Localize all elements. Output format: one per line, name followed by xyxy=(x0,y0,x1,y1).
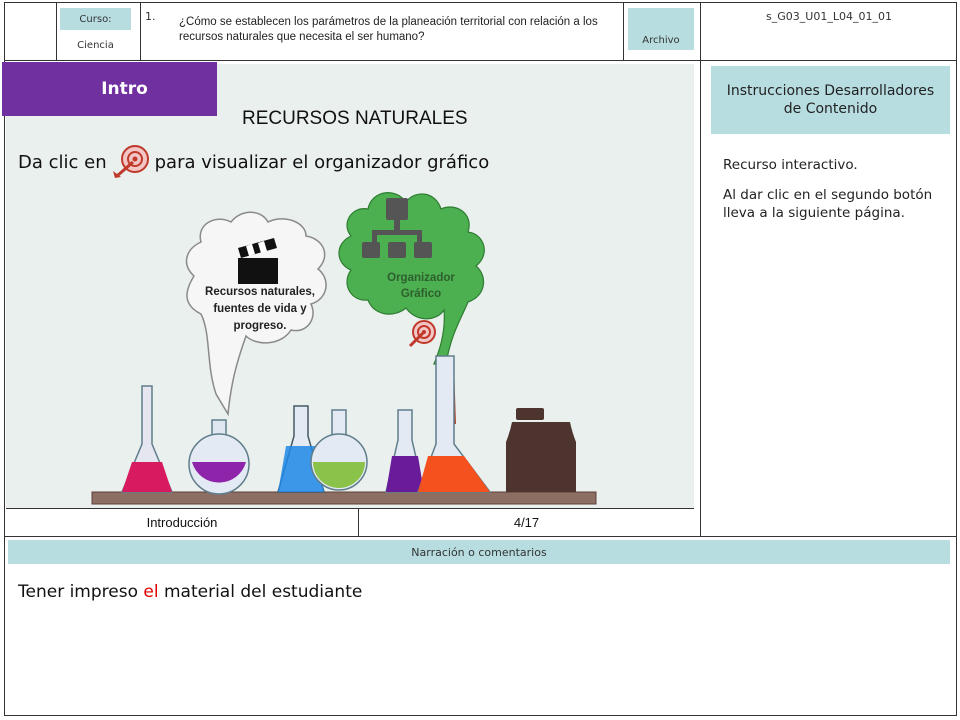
intro-tab[interactable]: Intro xyxy=(2,62,217,116)
border-right xyxy=(956,2,957,716)
target-icon xyxy=(112,145,149,178)
narration-text-before: Tener impreso xyxy=(18,582,144,602)
flask-orange xyxy=(416,355,492,493)
slide-footer: Introducción 4/17 xyxy=(6,508,694,536)
slide-illustration xyxy=(91,192,597,505)
col-div-3 xyxy=(623,2,624,60)
file-label-box: Archivo xyxy=(628,8,694,50)
flask-pink xyxy=(120,385,174,493)
file-code: s_G03_U01_L04_01_01 xyxy=(766,10,892,23)
sidebar-header: Instrucciones Desarrolladores de Conteni… xyxy=(711,66,950,134)
instruction-line: Da clic en para visualizar el organizado… xyxy=(18,144,489,180)
item-number: 1. xyxy=(145,10,156,23)
col-div-4 xyxy=(700,2,701,537)
course-value: Ciencia xyxy=(77,40,114,51)
col-div-2 xyxy=(140,2,141,60)
border-bottom xyxy=(4,715,957,716)
sidebar-header-text: Instrucciones Desarrolladores de Conteni… xyxy=(726,83,935,117)
video-bubble-text[interactable]: Recursos naturales, fuentes de vida y pr… xyxy=(196,284,324,335)
organizer-bubble-text[interactable]: Organizador Gráfico xyxy=(376,270,466,302)
flask-violet xyxy=(385,409,425,493)
footer-right: 4/17 xyxy=(513,515,540,530)
narration-header-text: Narración o comentarios xyxy=(411,545,547,559)
shelf xyxy=(91,491,597,505)
header-divider xyxy=(4,60,957,61)
narration-divider xyxy=(4,536,957,537)
jar-brown xyxy=(506,408,576,492)
question-text: ¿Cómo se establecen los parámetros de la… xyxy=(179,16,598,43)
narration-text-highlight: el xyxy=(143,582,159,602)
instruction-after: para visualizar el organizador gráfico xyxy=(154,151,490,173)
narration-header: Narración o comentarios xyxy=(8,540,950,564)
flask-purple-round xyxy=(188,419,250,495)
course-label-box: Curso: xyxy=(60,8,131,30)
slide-canvas: Recursos naturales, fuentes de vida y pr… xyxy=(6,64,694,508)
flask-green xyxy=(310,409,368,491)
target-icon-bubble xyxy=(406,320,436,350)
sidebar-text-2: Al dar clic en el segundo botón lleva a … xyxy=(723,187,933,221)
sidebar-text-1: Recurso interactivo. xyxy=(723,157,858,173)
course-label: Curso: xyxy=(79,13,112,25)
col-div-1 xyxy=(56,2,57,60)
narration-text: Tener impreso el material del estudiante xyxy=(18,582,362,602)
footer-left: Introducción xyxy=(146,515,218,530)
slide-title: RECURSOS NATURALES xyxy=(242,108,468,129)
border-top xyxy=(4,2,957,3)
narration-text-after: material del estudiante xyxy=(158,582,363,602)
instruction-before: Da clic en xyxy=(18,151,107,173)
intro-label: Intro xyxy=(101,79,148,99)
file-label: Archivo xyxy=(642,35,680,46)
